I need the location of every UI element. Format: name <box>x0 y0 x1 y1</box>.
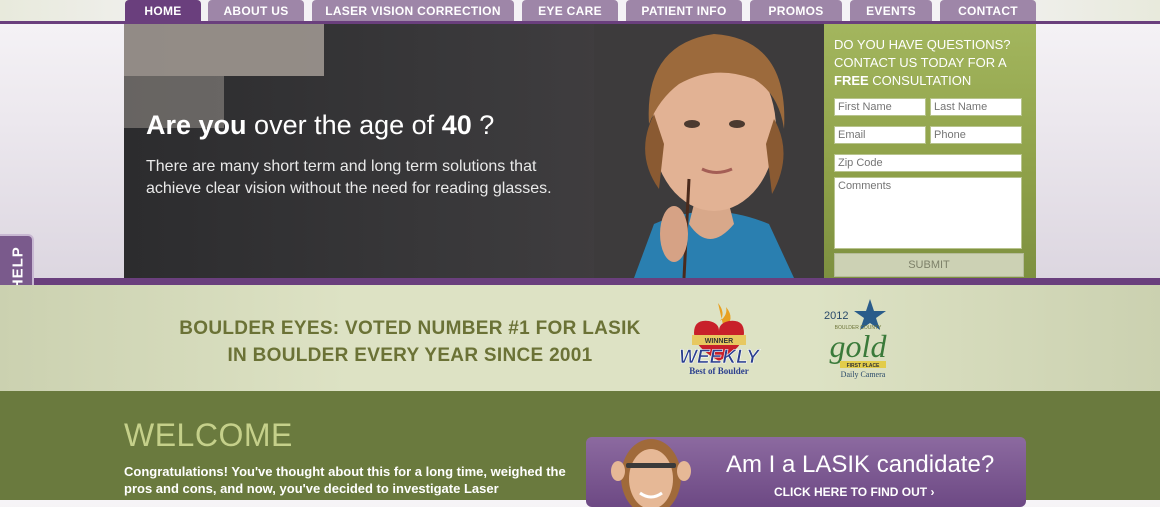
welcome-title: WELCOME <box>124 417 293 453</box>
email-field[interactable] <box>834 126 926 144</box>
hero-headline-end: ? <box>479 110 495 140</box>
nav-contact[interactable]: CONTACT <box>940 0 1036 21</box>
svg-text:WEEKLY: WEEKLY <box>679 347 761 368</box>
daily-camera-gold-award-logo: 2012 BOULDER COUNTY gold FIRST PLACE Dai… <box>824 299 888 379</box>
nav-home[interactable]: HOME <box>125 0 201 21</box>
cta-title: Am I a LASIK candidate? <box>726 451 995 478</box>
form-title: DO YOU HAVE QUESTIONS? CONTACT US TODAY … <box>834 36 1034 90</box>
consultation-form: DO YOU HAVE QUESTIONS? CONTACT US TODAY … <box>824 24 1036 278</box>
welcome-section: WELCOME Congratulations! You've thought … <box>0 391 1160 507</box>
welcome-text: Congratulations! You've thought about th… <box>124 464 566 496</box>
section-divider <box>0 278 1160 285</box>
lasik-candidate-banner[interactable]: Am I a LASIK candidate? CLICK HERE TO FI… <box>586 437 1026 507</box>
hero-headline-bold: Are you <box>146 110 247 140</box>
cta-find-out-link[interactable]: CLICK HERE TO FIND OUT › <box>774 485 934 499</box>
svg-text:gold: gold <box>830 328 888 364</box>
form-title-free: FREE <box>834 73 869 88</box>
awards-line1: BOULDER EYES: VOTED NUMBER #1 FOR LASIK <box>179 318 641 339</box>
zip-code-field[interactable] <box>834 154 1022 172</box>
first-name-field[interactable] <box>834 98 926 116</box>
boulder-weekly-award-logo: WINNER WEEKLY Best of Boulder <box>679 303 762 376</box>
awards-line2: IN BOULDER EVERY YEAR SINCE 2001 <box>227 345 593 366</box>
woman-portrait <box>594 24 824 278</box>
comments-field[interactable] <box>834 177 1022 249</box>
nav-eye-care[interactable]: EYE CARE <box>522 0 618 21</box>
form-title-end: CONSULTATION <box>872 73 972 88</box>
nav-promos[interactable]: PROMOS <box>750 0 842 21</box>
svg-text:2012: 2012 <box>824 310 848 322</box>
phone-field[interactable] <box>930 126 1022 144</box>
hero-headline-number: 40 <box>441 110 472 140</box>
last-name-field[interactable] <box>930 98 1022 116</box>
form-title-line2: CONTACT US TODAY FOR A <box>834 55 1007 70</box>
awards-text: BOULDER EYES: VOTED NUMBER #1 FOR LASIK … <box>170 315 650 369</box>
awards-band: BOULDER EYES: VOTED NUMBER #1 FOR LASIK … <box>0 285 1160 391</box>
hero-decor-block <box>124 24 324 76</box>
hero-headline: Are you over the age of 40 ? <box>146 110 494 141</box>
hero-headline-mid: over the age of <box>254 110 435 140</box>
submit-button[interactable]: SUBMIT <box>834 253 1024 277</box>
svg-text:Daily Camera: Daily Camera <box>841 370 886 379</box>
svg-text:Best of Boulder: Best of Boulder <box>689 366 749 376</box>
smiling-woman-glasses-image <box>611 439 691 507</box>
svg-text:FIRST PLACE: FIRST PLACE <box>847 363 880 369</box>
nav-about-us[interactable]: ABOUT US <box>208 0 304 21</box>
nav-events[interactable]: EVENTS <box>850 0 932 21</box>
nav-patient-info[interactable]: PATIENT INFO <box>626 0 742 21</box>
hero-subtext: There are many short term and long term … <box>146 158 552 197</box>
hero-banner: Are you over the age of 40 ? There are m… <box>124 24 824 278</box>
nav-laser-vision-correction[interactable]: LASER VISION CORRECTION <box>312 0 514 21</box>
form-title-line1: DO YOU HAVE QUESTIONS? <box>834 37 1011 52</box>
svg-text:WINNER: WINNER <box>705 338 733 345</box>
